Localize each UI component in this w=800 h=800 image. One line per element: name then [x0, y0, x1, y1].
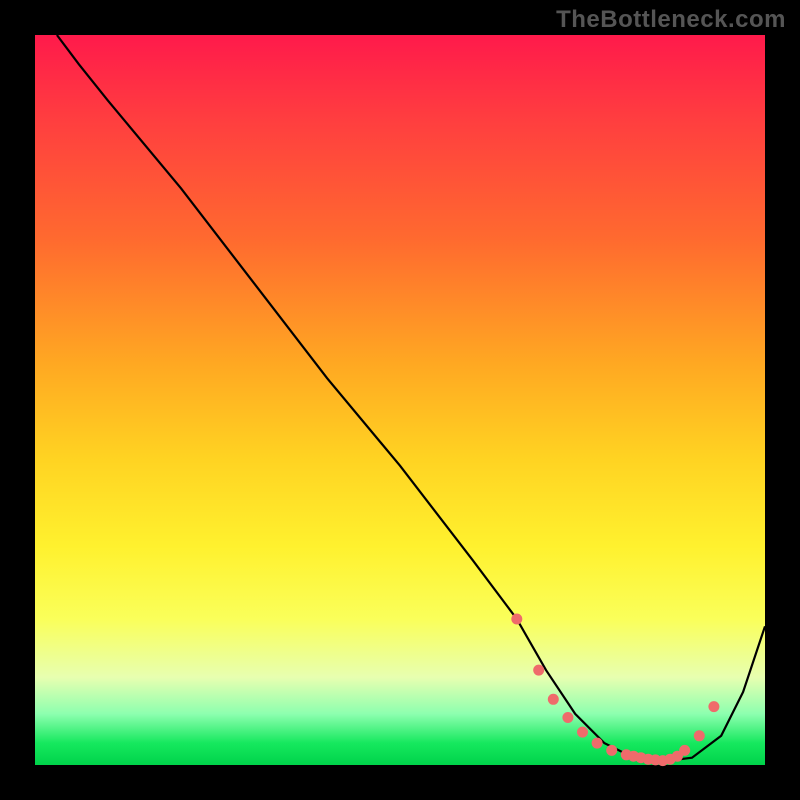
- marker-dot: [511, 614, 522, 625]
- marker-dot: [562, 712, 573, 723]
- chart-frame: TheBottleneck.com: [0, 0, 800, 800]
- bottleneck-curve: [57, 35, 765, 761]
- watermark-text: TheBottleneck.com: [556, 6, 786, 34]
- marker-dot: [708, 701, 719, 712]
- plot-area: [35, 35, 765, 765]
- marker-dot: [694, 730, 705, 741]
- marker-dot: [548, 694, 559, 705]
- marker-dot: [533, 665, 544, 676]
- marker-dot: [592, 738, 603, 749]
- flat-region-dots: [511, 614, 719, 767]
- marker-dot: [606, 745, 617, 756]
- chart-svg: [35, 35, 765, 765]
- marker-dot: [577, 727, 588, 738]
- marker-dot: [679, 745, 690, 756]
